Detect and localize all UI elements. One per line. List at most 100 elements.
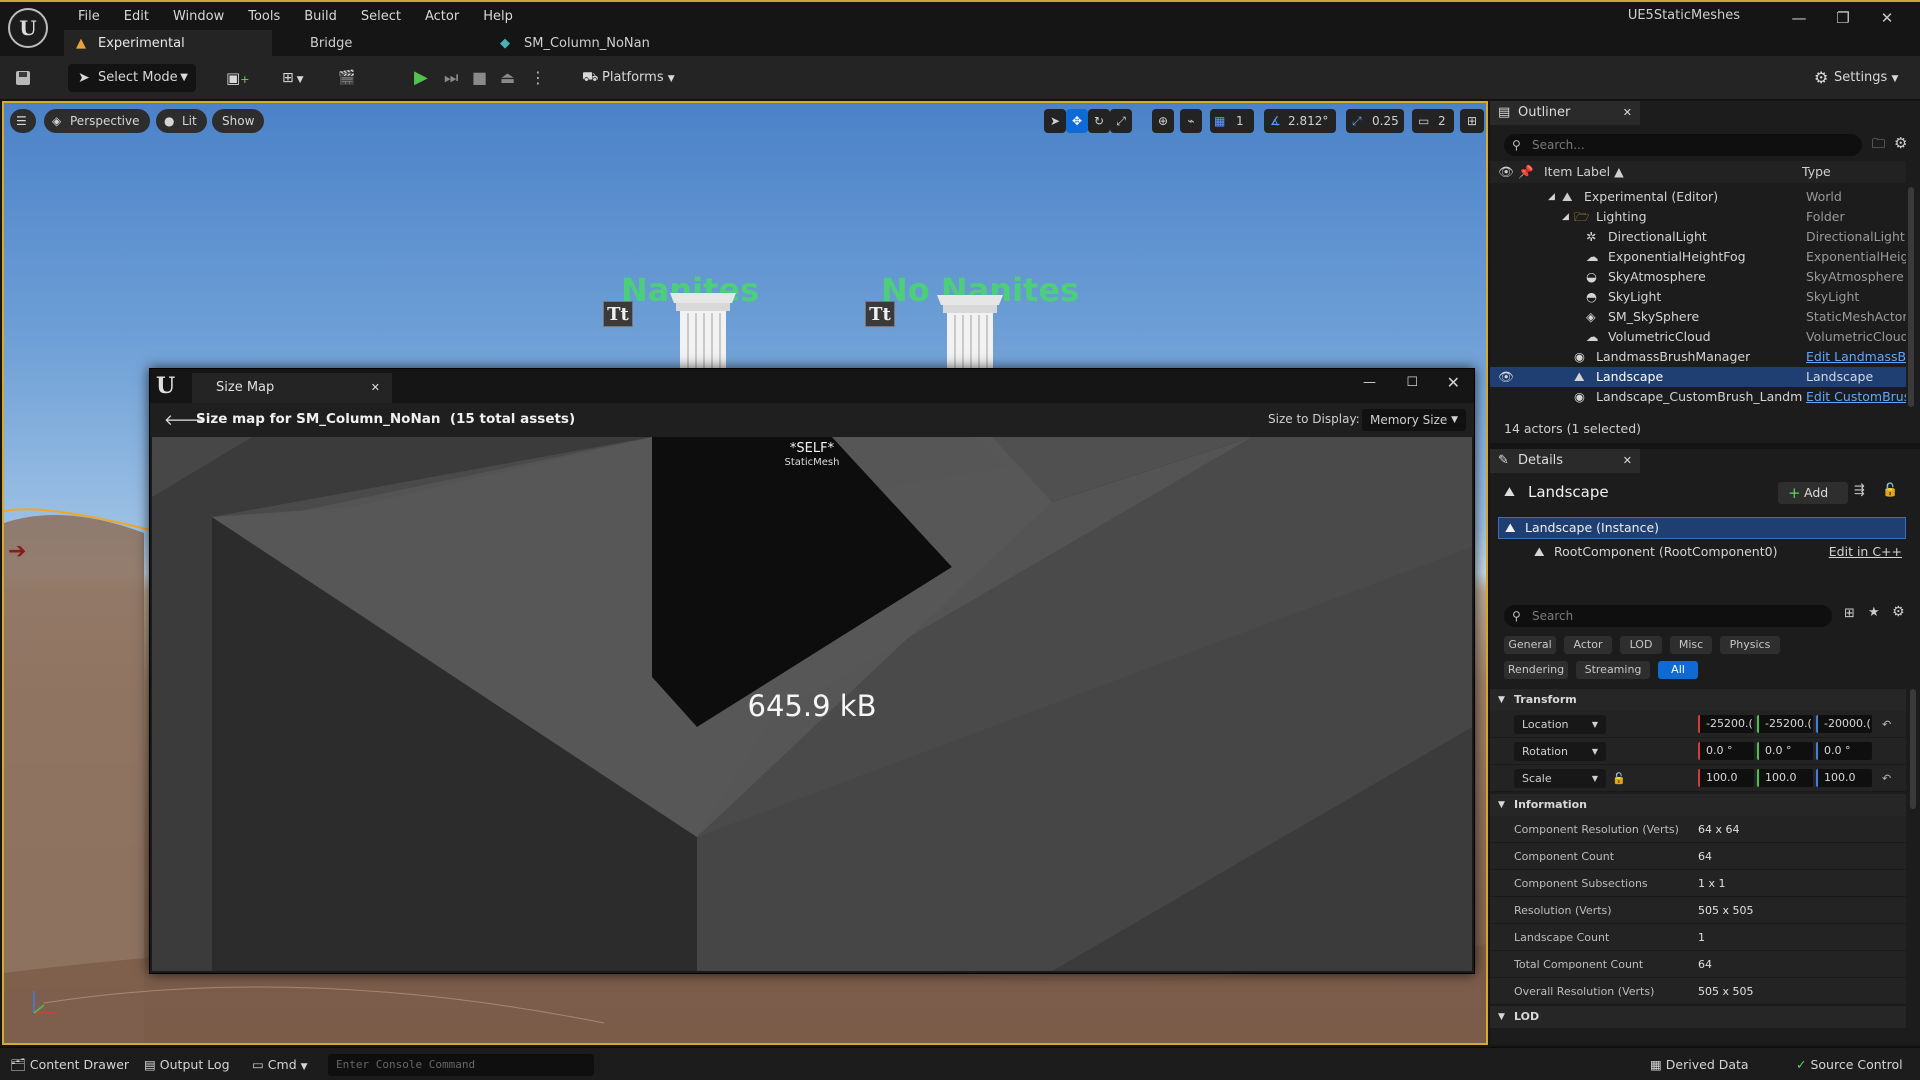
unreal-logo-icon[interactable]: U (8, 8, 48, 48)
outliner-row[interactable]: ◢ 🗁 Lighting Folder (1490, 207, 1906, 227)
column-nanite[interactable] (666, 281, 740, 373)
menu-build[interactable]: Build (292, 6, 349, 28)
favorites-star-icon[interactable]: ★ (1868, 605, 1880, 620)
lock-icon[interactable]: 🔓 (1882, 483, 1898, 498)
viewport-layout-icon[interactable]: ⊞ (1460, 109, 1484, 133)
menu-edit[interactable]: Edit (112, 6, 161, 28)
close-tab-icon[interactable]: ✕ (1623, 101, 1632, 125)
column-no-nanite[interactable] (933, 287, 1007, 373)
reset-icon[interactable]: ↶ (1882, 765, 1891, 792)
viewport-menu-icon[interactable]: ☰ (10, 109, 36, 133)
menu-window[interactable]: Window (161, 6, 236, 28)
reset-icon[interactable]: ↶ (1882, 711, 1891, 738)
scale-x-field[interactable]: 100.0 (1698, 769, 1754, 787)
information-section[interactable]: ▼ Information (1490, 794, 1906, 816)
add-component-button[interactable]: + Add (1778, 482, 1848, 504)
save-icon[interactable] (14, 64, 38, 92)
details-tab[interactable]: ✎ Details ✕ (1490, 449, 1640, 473)
outliner-row[interactable]: ☁ VolumetricCloud VolumetricCloud (1490, 327, 1906, 347)
close-tab-icon[interactable]: ✕ (371, 373, 380, 403)
menu-help[interactable]: Help (471, 6, 525, 28)
text-render-icon[interactable]: Tt (603, 301, 633, 327)
property-matrix-icon[interactable]: ⊞ (1844, 606, 1855, 621)
edit-blueprint-link[interactable]: Edit CustomBrus (1806, 387, 1906, 407)
location-z-field[interactable]: -20000.( (1816, 715, 1872, 733)
source-control-button[interactable]: ✓ Source Control (1796, 1056, 1903, 1074)
location-x-field[interactable]: -25200.( (1698, 715, 1754, 733)
category-streaming[interactable]: Streaming (1576, 661, 1650, 679)
tab-bridge[interactable]: Bridge (276, 30, 476, 58)
play-icon[interactable]: ▶ (414, 64, 438, 92)
size-map-treemap[interactable]: *SELF* StaticMesh 645.9 kB (152, 437, 1472, 971)
gear-icon[interactable]: ⚙ (1892, 604, 1905, 620)
cinematics-icon[interactable]: 🎬 (338, 64, 378, 92)
category-physics[interactable]: Physics (1720, 636, 1780, 654)
menu-tools[interactable]: Tools (236, 6, 292, 28)
location-dropdown[interactable]: Location ▼ (1514, 715, 1606, 734)
lit-button[interactable]: ● Lit (156, 109, 207, 133)
text-render-icon[interactable]: Tt (865, 301, 895, 327)
category-all[interactable]: All (1658, 661, 1698, 679)
maximize-icon[interactable]: ☐ (1406, 375, 1418, 390)
tab-experimental[interactable]: ▲ Experimental (64, 30, 272, 58)
menu-actor[interactable]: Actor (413, 6, 471, 28)
grid-snap-button[interactable]: ▦ 1 (1210, 109, 1254, 133)
outliner-row-selected[interactable]: 👁 ⛰ Landscape Landscape (1490, 367, 1906, 387)
scale-y-field[interactable]: 100.0 (1757, 769, 1813, 787)
select-tool-icon[interactable]: ➤ (1044, 109, 1066, 133)
outliner-row[interactable]: ◢ ⛰ Experimental (Editor) World (1490, 187, 1906, 207)
outliner-row[interactable]: ☁ ExponentialHeightFog ExponentialHeigh (1490, 247, 1906, 267)
scale-snap-button[interactable]: ⤢ 0.25 (1346, 109, 1404, 133)
scale-dropdown[interactable]: Scale ▼ (1514, 769, 1606, 788)
outliner-row[interactable]: ◉ Landscape_CustomBrush_Landma: Edit Cus… (1490, 387, 1906, 407)
translate-tool-icon[interactable]: ✥ (1066, 109, 1088, 133)
details-search-input[interactable]: ⚲ Search (1504, 605, 1832, 627)
select-mode-dropdown[interactable]: ➤ Select Mode ▼ (68, 64, 196, 92)
world-local-icon[interactable]: ⊕ (1152, 109, 1174, 133)
close-tab-icon[interactable]: ✕ (1623, 449, 1632, 473)
size-map-titlebar[interactable]: U Size Map ✕ — ☐ ✕ (150, 369, 1474, 403)
directional-light-arrow-icon[interactable]: ➔ (8, 539, 26, 564)
size-map-tab[interactable]: Size Map ✕ (192, 373, 392, 403)
outliner-row[interactable]: ✲ DirectionalLight DirectionalLight (1490, 227, 1906, 247)
collapse-arrow-icon[interactable]: ◢ (1548, 187, 1555, 207)
minimize-icon[interactable]: — (1784, 8, 1814, 28)
stop-icon[interactable]: ■ (472, 64, 496, 92)
add-actor-icon[interactable]: ▣+ (226, 64, 262, 92)
category-lod[interactable]: LOD (1620, 636, 1662, 654)
size-to-display-dropdown[interactable]: Memory Size ▼ (1362, 409, 1466, 431)
show-button[interactable]: Show (212, 109, 265, 133)
category-general[interactable]: General (1504, 636, 1556, 654)
angle-snap-button[interactable]: ∡ 2.812° (1264, 109, 1336, 133)
location-y-field[interactable]: -25200.( (1757, 715, 1813, 733)
more-options-icon[interactable]: ⋮ (530, 64, 546, 92)
surface-snap-icon[interactable]: ⌁ (1180, 109, 1202, 133)
output-log-button[interactable]: ▤ Output Log (144, 1056, 230, 1074)
collapse-arrow-icon[interactable]: ◢ (1562, 207, 1569, 227)
scale-z-field[interactable]: 100.0 (1816, 769, 1872, 787)
step-icon[interactable]: ⏭ (444, 64, 468, 92)
close-icon[interactable]: ✕ (1872, 8, 1902, 28)
eject-icon[interactable]: ⏏ (500, 64, 524, 92)
root-component-row[interactable]: ⛰ RootComponent (RootComponent0) Edit in… (1498, 541, 1906, 563)
cmd-dropdown[interactable]: ▭ Cmd ▼ (252, 1056, 308, 1076)
rotation-dropdown[interactable]: Rotation ▼ (1514, 742, 1606, 761)
add-folder-icon[interactable]: 🗀 (1872, 135, 1885, 157)
instance-row[interactable]: ⛰ Landscape (Instance) (1498, 517, 1906, 539)
platforms-dropdown[interactable]: ⛟ Platforms ▼ (580, 64, 680, 92)
tab-asset[interactable]: ◆ SM_Column_NoNan (490, 30, 700, 58)
category-actor[interactable]: Actor (1564, 636, 1612, 654)
edit-cpp-link[interactable]: Edit in C++ (1829, 541, 1902, 563)
outliner-row[interactable]: ◓ SkyLight SkyLight (1490, 287, 1906, 307)
gear-icon[interactable]: ⚙ (1894, 134, 1907, 152)
lod-section[interactable]: ▼ LOD (1490, 1006, 1906, 1028)
rotate-tool-icon[interactable]: ↻ (1088, 109, 1110, 133)
restore-icon[interactable]: ❐ (1828, 8, 1858, 28)
outliner-row[interactable]: ◒ SkyAtmosphere SkyAtmosphere (1490, 267, 1906, 287)
scale-tool-icon[interactable]: ⤢ (1110, 109, 1132, 133)
derived-data-button[interactable]: ▦ Derived Data (1650, 1056, 1749, 1074)
category-rendering[interactable]: Rendering (1504, 661, 1568, 679)
transform-section[interactable]: ▼ Transform (1490, 689, 1906, 711)
camera-speed-button[interactable]: ▭ 2 (1412, 109, 1454, 133)
outliner-row[interactable]: ◈ SM_SkySphere StaticMeshActor (1490, 307, 1906, 327)
